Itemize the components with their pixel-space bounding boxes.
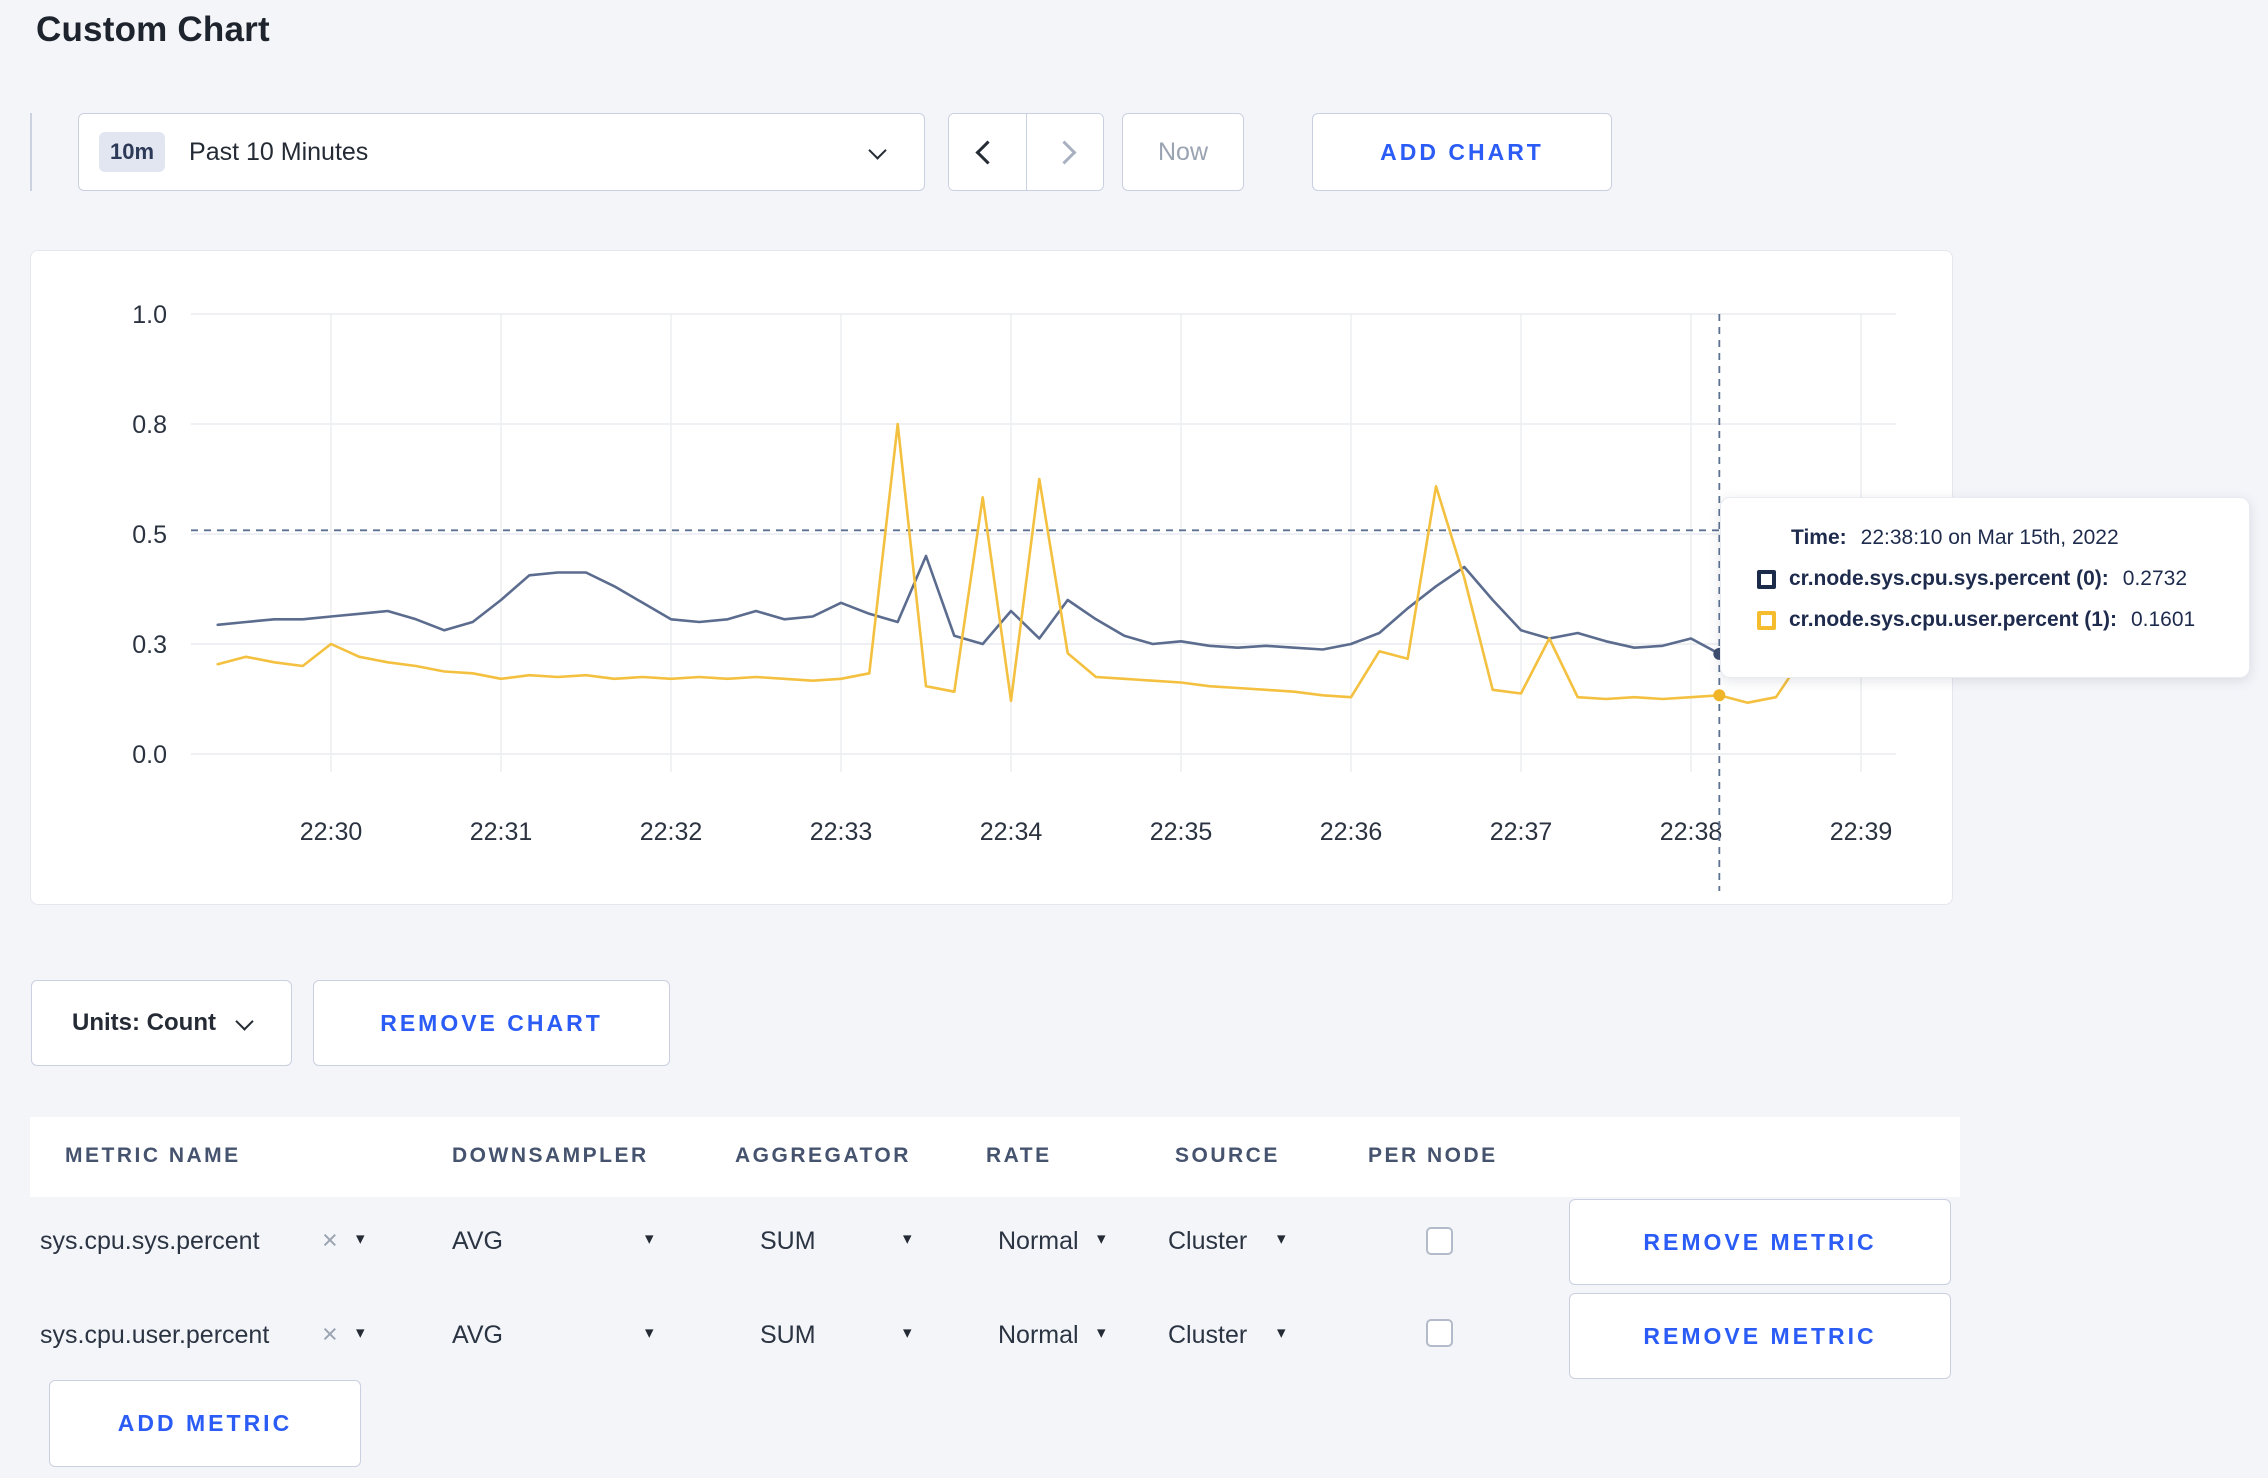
chart-tooltip: Time: 22:38:10 on Mar 15th, 2022 cr.node…	[1720, 497, 2250, 678]
time-range-selector[interactable]: 10m Past 10 Minutes	[78, 113, 925, 191]
dropdown-arrow-icon[interactable]: ▾	[645, 1323, 654, 1343]
chevron-down-icon	[235, 1011, 254, 1031]
col-rate: RATE	[986, 1144, 1052, 1167]
tooltip-sys-series-value: 0.2732	[2122, 567, 2188, 590]
downsampler-select[interactable]: AVG	[452, 1321, 503, 1350]
svg-text:22:39: 22:39	[1830, 818, 1893, 846]
svg-text:22:34: 22:34	[980, 818, 1043, 846]
chevron-down-icon	[868, 141, 887, 160]
aggregator-select[interactable]: SUM	[760, 1227, 816, 1256]
per-node-checkbox[interactable]	[1426, 1319, 1453, 1347]
time-range-label: Past 10 Minutes	[189, 137, 369, 166]
rate-select[interactable]: Normal	[998, 1227, 1079, 1256]
svg-text:22:32: 22:32	[640, 818, 703, 846]
clear-metric-icon[interactable]: ×	[322, 1225, 338, 1256]
col-aggregator: AGGREGATOR	[735, 1144, 911, 1167]
dropdown-arrow-icon[interactable]: ▾	[356, 1229, 365, 1249]
aggregator-select[interactable]: SUM	[760, 1321, 816, 1350]
chevron-left-icon	[975, 139, 1000, 165]
add-chart-button[interactable]: ADD CHART	[1312, 113, 1612, 191]
svg-text:0.3: 0.3	[132, 631, 167, 659]
clear-metric-icon[interactable]: ×	[322, 1319, 338, 1350]
metric-row: sys.cpu.sys.percent × ▾ AVG ▾ SUM ▾ Norm…	[0, 1197, 2268, 1291]
rate-select[interactable]: Normal	[998, 1321, 1079, 1350]
remove-metric-button[interactable]: REMOVE METRIC	[1569, 1293, 1951, 1379]
chart-card: 0.0 0.3 0.5 0.8 1.0 22:30 22:31 22:32 22:33 22:34…	[30, 250, 1953, 905]
prev-time-button[interactable]	[949, 114, 1027, 190]
col-downsampler: DOWNSAMPLER	[452, 1144, 649, 1167]
source-select[interactable]: Cluster	[1168, 1227, 1247, 1256]
metric-name-select[interactable]: sys.cpu.user.percent	[40, 1321, 269, 1350]
per-node-checkbox[interactable]	[1426, 1227, 1453, 1255]
dropdown-arrow-icon[interactable]: ▾	[903, 1229, 912, 1249]
col-source: SOURCE	[1175, 1144, 1280, 1167]
next-time-button[interactable]	[1026, 114, 1103, 190]
svg-text:22:38: 22:38	[1660, 818, 1723, 846]
dropdown-arrow-icon[interactable]: ▾	[1277, 1229, 1286, 1249]
now-button[interactable]: Now	[1122, 113, 1244, 191]
page-title: Custom Chart	[36, 10, 270, 49]
chart-svg[interactable]: 0.0 0.3 0.5 0.8 1.0 22:30 22:31 22:32 22:33 22:34…	[31, 251, 1952, 904]
svg-text:22:30: 22:30	[300, 818, 363, 846]
svg-text:22:36: 22:36	[1320, 818, 1383, 846]
svg-text:22:37: 22:37	[1490, 818, 1553, 846]
source-select[interactable]: Cluster	[1168, 1321, 1247, 1350]
metric-table-header: METRIC NAME DOWNSAMPLER AGGREGATOR RATE …	[30, 1117, 1960, 1197]
sys-series-legend-icon	[1757, 569, 1776, 589]
add-metric-button[interactable]: ADD METRIC	[49, 1380, 361, 1467]
units-label: Units: Count	[72, 1009, 216, 1036]
dropdown-arrow-icon[interactable]: ▾	[356, 1323, 365, 1343]
tooltip-time-value: 22:38:10 on Mar 15th, 2022	[1860, 526, 2119, 549]
svg-text:22:33: 22:33	[810, 818, 873, 846]
time-nav-group	[948, 113, 1104, 191]
custom-chart-page: Custom Chart 10m Past 10 Minutes Now ADD…	[0, 0, 2268, 1478]
remove-metric-button[interactable]: REMOVE METRIC	[1569, 1199, 1951, 1285]
units-selector[interactable]: Units: Count	[31, 980, 292, 1066]
svg-text:22:31: 22:31	[470, 818, 533, 846]
dropdown-arrow-icon[interactable]: ▾	[1277, 1323, 1286, 1343]
svg-text:0.0: 0.0	[132, 741, 167, 769]
chevron-right-icon	[1052, 139, 1077, 165]
tooltip-time-label: Time:	[1791, 526, 1847, 549]
col-metric-name: METRIC NAME	[65, 1144, 241, 1167]
tooltip-sys-series-name: cr.node.sys.cpu.sys.percent (0):	[1789, 567, 2109, 590]
dropdown-arrow-icon[interactable]: ▾	[645, 1229, 654, 1249]
remove-chart-button[interactable]: REMOVE CHART	[313, 980, 670, 1066]
dropdown-arrow-icon[interactable]: ▾	[903, 1323, 912, 1343]
svg-text:22:35: 22:35	[1150, 818, 1213, 846]
svg-text:1.0: 1.0	[132, 301, 167, 329]
dropdown-arrow-icon[interactable]: ▾	[1097, 1229, 1106, 1249]
metric-row: sys.cpu.user.percent × ▾ AVG ▾ SUM ▾ Nor…	[0, 1291, 2268, 1385]
metric-name-select[interactable]: sys.cpu.sys.percent	[40, 1227, 260, 1256]
controls-divider	[30, 113, 32, 191]
time-range-badge: 10m	[99, 132, 166, 172]
downsampler-select[interactable]: AVG	[452, 1227, 503, 1256]
tooltip-user-series-name: cr.node.sys.cpu.user.percent (1):	[1789, 608, 2117, 631]
tooltip-user-series-value: 0.1601	[2130, 608, 2196, 631]
dropdown-arrow-icon[interactable]: ▾	[1097, 1323, 1106, 1343]
user-series-legend-icon	[1757, 610, 1776, 630]
svg-text:0.8: 0.8	[132, 411, 167, 439]
svg-text:0.5: 0.5	[132, 521, 167, 549]
col-per-node: PER NODE	[1368, 1144, 1498, 1167]
